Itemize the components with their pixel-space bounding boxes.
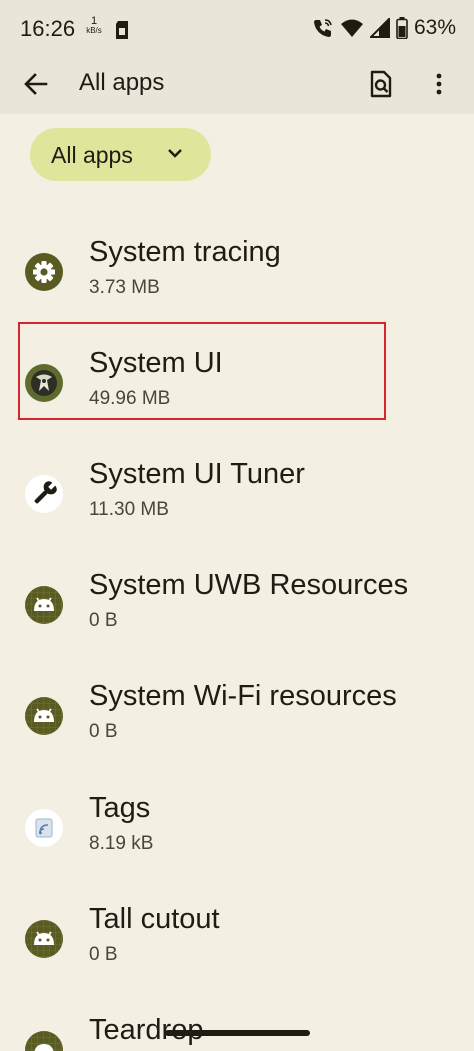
wifi-calling-icon — [313, 19, 332, 37]
wifi-icon — [340, 19, 363, 37]
app-filter-dropdown[interactable]: All apps — [30, 128, 211, 181]
app-size: 0 B — [89, 610, 118, 631]
gear-icon — [25, 253, 63, 291]
app-name: Tags — [89, 792, 151, 824]
android-icon — [25, 697, 63, 735]
network-speed: 1 kB/s — [86, 15, 102, 36]
search-apps-icon[interactable] — [367, 69, 395, 99]
app-list-item-tall-cutout[interactable]: Tall cutout 0 B — [0, 903, 474, 1014]
highlight-box — [18, 322, 386, 420]
app-list-item-system-ui-tuner[interactable]: System UI Tuner 11.30 MB — [0, 458, 474, 569]
app-list-item-tags[interactable]: Tags 8.19 kB — [0, 792, 474, 903]
network-speed-value: 1 — [90, 15, 98, 27]
app-size: 11.30 MB — [89, 499, 169, 520]
more-options-icon[interactable] — [427, 70, 451, 98]
app-name: System Wi-Fi resources — [89, 680, 397, 712]
network-speed-unit: kB/s — [86, 26, 102, 35]
app-filter-label: All apps — [51, 142, 133, 168]
status-bar: 16:26 1 kB/s 63% — [0, 0, 474, 58]
android-icon — [25, 920, 63, 958]
back-arrow-icon[interactable] — [22, 70, 50, 98]
gesture-nav-handle[interactable] — [165, 1030, 310, 1036]
app-name: System UI Tuner — [89, 458, 305, 490]
app-list-item-system-uwb-resources[interactable]: System UWB Resources 0 B — [0, 569, 474, 680]
page-title: All apps — [79, 69, 165, 96]
app-name: System UWB Resources — [89, 569, 409, 601]
chevron-down-icon — [168, 149, 182, 158]
app-size: 0 B — [89, 944, 118, 965]
app-name: System tracing — [89, 236, 281, 268]
wrench-icon — [25, 475, 63, 513]
battery-icon — [396, 17, 408, 39]
android-icon — [25, 1031, 63, 1051]
sim-card-icon — [116, 21, 128, 39]
app-list-item-system-wifi-resources[interactable]: System Wi-Fi resources 0 B — [0, 680, 474, 791]
android-icon — [25, 586, 63, 624]
app-size: 3.73 MB — [89, 277, 160, 298]
app-bar: All apps — [0, 58, 474, 114]
nfc-tags-icon — [25, 809, 63, 847]
battery-percentage: 63% — [413, 16, 456, 39]
app-size: 0 B — [89, 721, 118, 742]
signal-icon — [369, 18, 390, 38]
status-time: 16:26 — [20, 16, 76, 41]
app-size: 8.19 kB — [89, 833, 154, 854]
app-name: Tall cutout — [89, 903, 220, 935]
